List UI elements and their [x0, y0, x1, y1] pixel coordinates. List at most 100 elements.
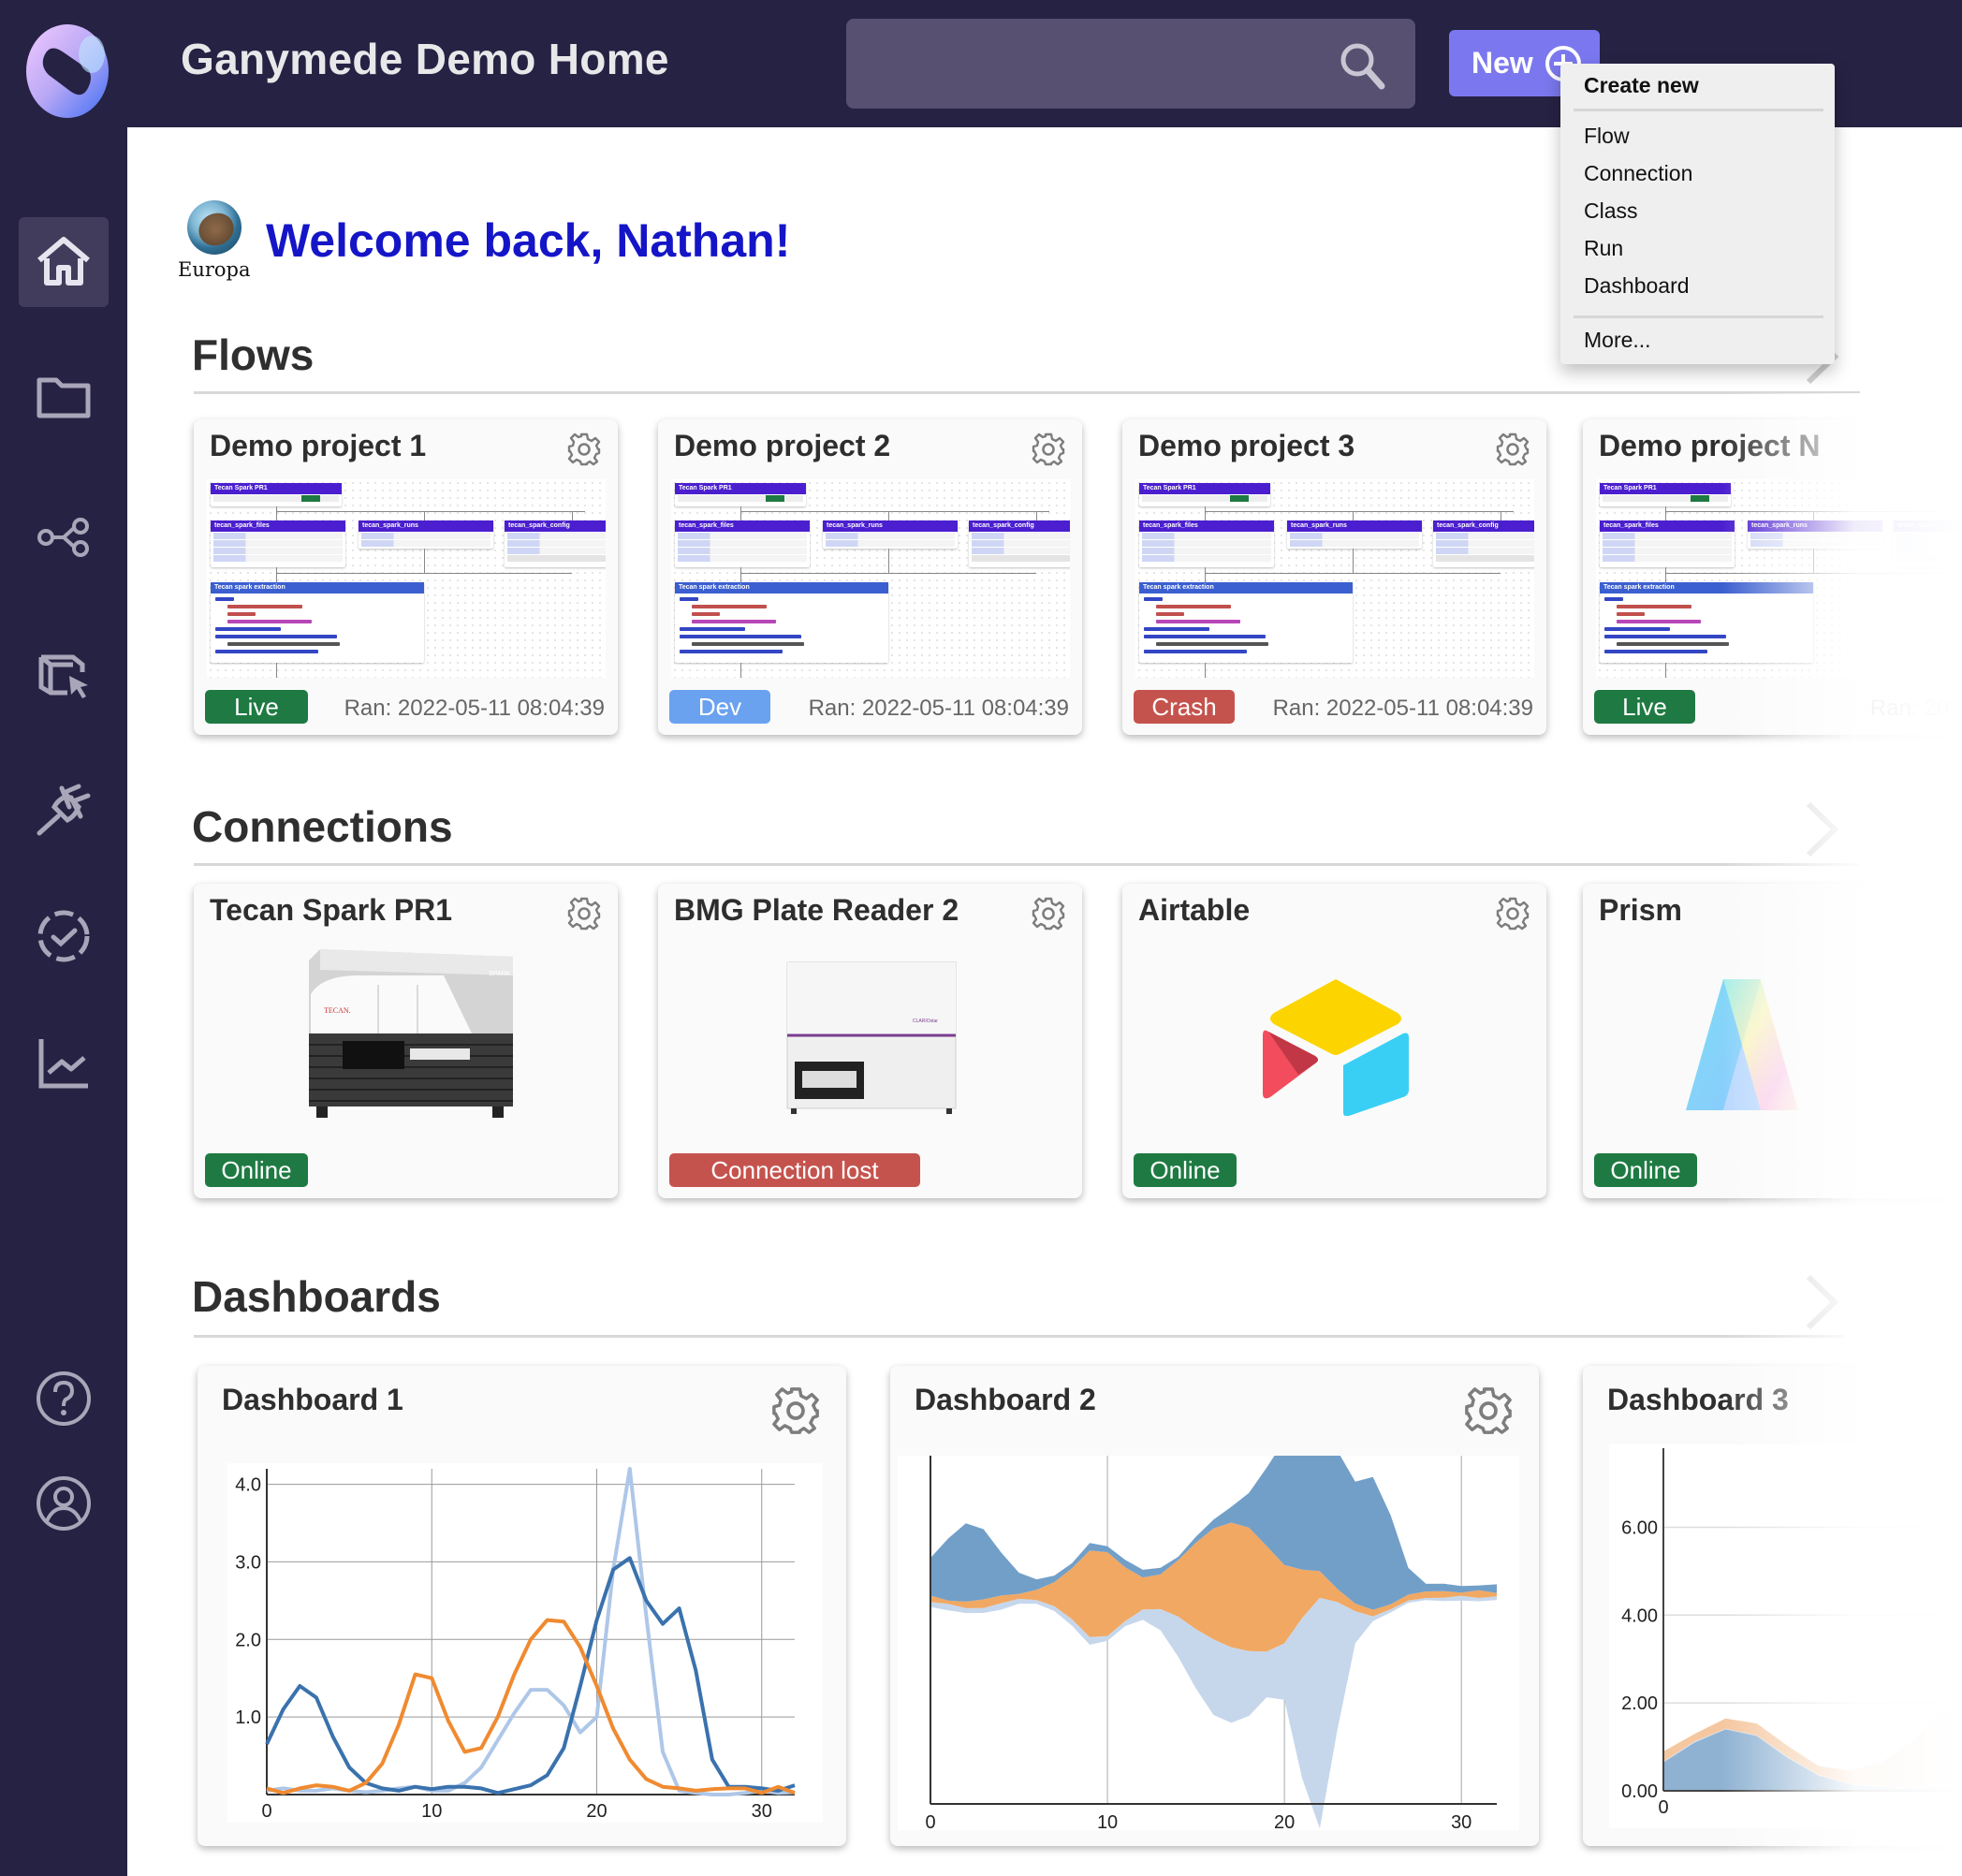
flow-node-transform: Tecan spark extraction	[1139, 582, 1353, 663]
flow-diagram-preview[interactable]: Tecan Spark PR1 tecan_spark_files tecan_…	[671, 479, 1070, 678]
flow-card-title: Demo project N	[1599, 429, 1821, 462]
menu-item-flow[interactable]: Flow	[1572, 117, 1823, 154]
sidebar-item-dashboards[interactable]	[19, 1019, 109, 1108]
flow-node-title: Tecan spark extraction	[211, 582, 424, 594]
gear-icon[interactable]	[1032, 432, 1065, 466]
menu-item-run[interactable]: Run	[1572, 229, 1823, 267]
sidebar-item-connections[interactable]	[19, 764, 109, 854]
sidebar-item-flows[interactable]	[19, 491, 109, 580]
airtable-logo-image	[1262, 979, 1409, 1116]
chevron-right-icon[interactable]	[1799, 1273, 1846, 1331]
flow-node-table: tecan_spark_config	[969, 520, 1070, 567]
section-title-flows: Flows	[192, 330, 315, 379]
flow-node-title: tecan_spark_files	[1600, 520, 1735, 532]
flow-node-title: tecan_spark_runs	[823, 520, 958, 532]
flow-node-title: tecan_spark_files	[1139, 520, 1274, 532]
flow-node-title: Tecan spark extraction	[1139, 582, 1353, 594]
dashboard-card[interactable]: Dashboard 1 1.0 2.0 3.0 4.0 0 10 20 30	[198, 1366, 846, 1846]
flow-node-table: tecan_spark_runs	[359, 520, 493, 549]
x-tick-label: 10	[1097, 1812, 1118, 1830]
sidebar-item-help[interactable]	[19, 1354, 109, 1444]
ganymede-logo-icon[interactable]	[19, 21, 116, 122]
dashboard-card[interactable]: Dashboard 3 0.002.004.006.00010	[1583, 1366, 1962, 1846]
connection-card[interactable]: Prism Online	[1583, 884, 1962, 1198]
sidebar-item-home[interactable]	[19, 217, 109, 307]
sidebar-item-runs[interactable]	[19, 891, 109, 981]
flow-node-source: Tecan Spark PR1	[1600, 483, 1731, 506]
y-tick-label: 4.0	[235, 1475, 261, 1496]
x-tick-label: 20	[1274, 1812, 1295, 1830]
section-title-connections: Connections	[192, 802, 453, 851]
flow-diagram-preview[interactable]: Tecan Spark PR1 tecan_spark_files tecan_…	[1135, 479, 1534, 678]
flow-diagram-preview[interactable]: Tecan Spark PR1 tecan_spark_files tecan_…	[1596, 479, 1962, 678]
menu-item-connection[interactable]: Connection	[1572, 154, 1823, 192]
flow-card[interactable]: Demo project 1 Tecan Spark PR1 tecan_spa…	[194, 419, 618, 735]
avatar[interactable]: Europa	[178, 200, 253, 285]
create-new-menu-header: Create new	[1584, 73, 1699, 97]
chevron-right-icon[interactable]	[1799, 800, 1846, 858]
gear-icon[interactable]	[567, 897, 601, 931]
dashboard-1-chart: 1.0 2.0 3.0 4.0 0 10 20 30	[227, 1463, 823, 1823]
flow-card[interactable]: Demo project 2 Tecan Spark PR1 tecan_spa…	[658, 419, 1082, 735]
flow-diagram-preview[interactable]: Tecan Spark PR1 tecan_spark_files tecan_…	[207, 479, 606, 678]
sidebar-item-files[interactable]	[19, 352, 109, 442]
flow-node-table: tecan_spark_files	[675, 520, 810, 567]
search-box[interactable]	[846, 19, 1415, 109]
avatar-image	[187, 200, 242, 255]
x-tick-label: 0	[261, 1801, 271, 1822]
menu-item-class[interactable]: Class	[1572, 192, 1823, 229]
gear-icon[interactable]	[1032, 897, 1065, 931]
flow-card[interactable]: Demo project 3 Tecan Spark PR1 tecan_spa…	[1122, 419, 1546, 735]
flow-card-title: Demo project 1	[210, 429, 427, 462]
connection-card[interactable]: Airtable Online	[1122, 884, 1546, 1198]
connection-card[interactable]: Tecan Spark PR1 TECAN. SPARK Online	[194, 884, 618, 1198]
flow-node-title: Tecan spark extraction	[1600, 582, 1813, 594]
sidebar-item-account[interactable]	[19, 1458, 109, 1548]
chart-background	[227, 1463, 823, 1823]
search-icon[interactable]	[1337, 39, 1387, 90]
connection-card[interactable]: BMG Plate Reader 2 CLARIOstar Connection…	[658, 884, 1082, 1198]
flow-node-title: Tecan Spark PR1	[675, 483, 806, 494]
status-badge: Online	[205, 1153, 308, 1187]
flow-node-title: tecan_spark_runs	[359, 520, 493, 532]
gear-icon[interactable]	[1464, 1386, 1513, 1435]
flow-card-title: Demo project 3	[1138, 429, 1355, 462]
x-tick-label: 0	[925, 1812, 935, 1830]
connection-card-title: BMG Plate Reader 2	[674, 893, 959, 927]
new-button-label: New	[1472, 46, 1533, 80]
y-tick-label: 3.0	[235, 1552, 261, 1573]
dashboard-card-title: Dashboard 1	[222, 1383, 403, 1416]
flow-node-title: tecan_spark_files	[211, 520, 345, 532]
x-tick-label: 30	[752, 1801, 772, 1822]
gear-icon[interactable]	[567, 432, 601, 466]
menu-item-more[interactable]: More...	[1572, 318, 1823, 359]
status-badge: Online	[1594, 1153, 1697, 1187]
user-circle-icon	[37, 1476, 91, 1531]
flow-node-table: tecan_spark_runs	[1287, 520, 1422, 549]
x-tick-label: 30	[1451, 1812, 1472, 1830]
flow-node-title: Tecan Spark PR1	[211, 483, 342, 494]
folder-icon	[37, 377, 91, 418]
search-input[interactable]	[846, 19, 1415, 109]
line-chart-icon	[38, 1039, 88, 1089]
help-circle-icon	[37, 1371, 91, 1426]
gear-icon[interactable]	[1496, 432, 1530, 466]
gear-icon[interactable]	[771, 1386, 820, 1435]
bmg-plate-reader-instrument-image: CLARIOstar	[786, 961, 956, 1114]
flow-node-title: tecan_spark_config	[969, 520, 1070, 532]
flow-node-source: Tecan Spark PR1	[211, 483, 342, 506]
dashboard-card[interactable]: Dashboard 2 0 10 20 30	[890, 1366, 1539, 1846]
flow-node-title: tecan_spark_runs	[1287, 520, 1422, 532]
flow-card[interactable]: Demo project N Tecan Spark PR1 tecan_spa…	[1583, 419, 1962, 735]
status-badge: Online	[1134, 1153, 1237, 1187]
y-tick-label: 2.00	[1621, 1693, 1658, 1714]
create-new-menu: Create new Flow Connection Class Run Das…	[1560, 64, 1835, 364]
x-tick-label: 10	[421, 1801, 442, 1822]
menu-item-dashboard[interactable]: Dashboard	[1572, 267, 1823, 304]
status-badge: Crash	[1134, 690, 1235, 724]
sidebar-item-classes[interactable]	[19, 629, 109, 719]
status-badge: Live	[1594, 690, 1695, 724]
y-tick-label: 0.00	[1621, 1781, 1658, 1802]
gear-icon[interactable]	[1496, 897, 1530, 931]
section-divider	[194, 863, 1860, 866]
